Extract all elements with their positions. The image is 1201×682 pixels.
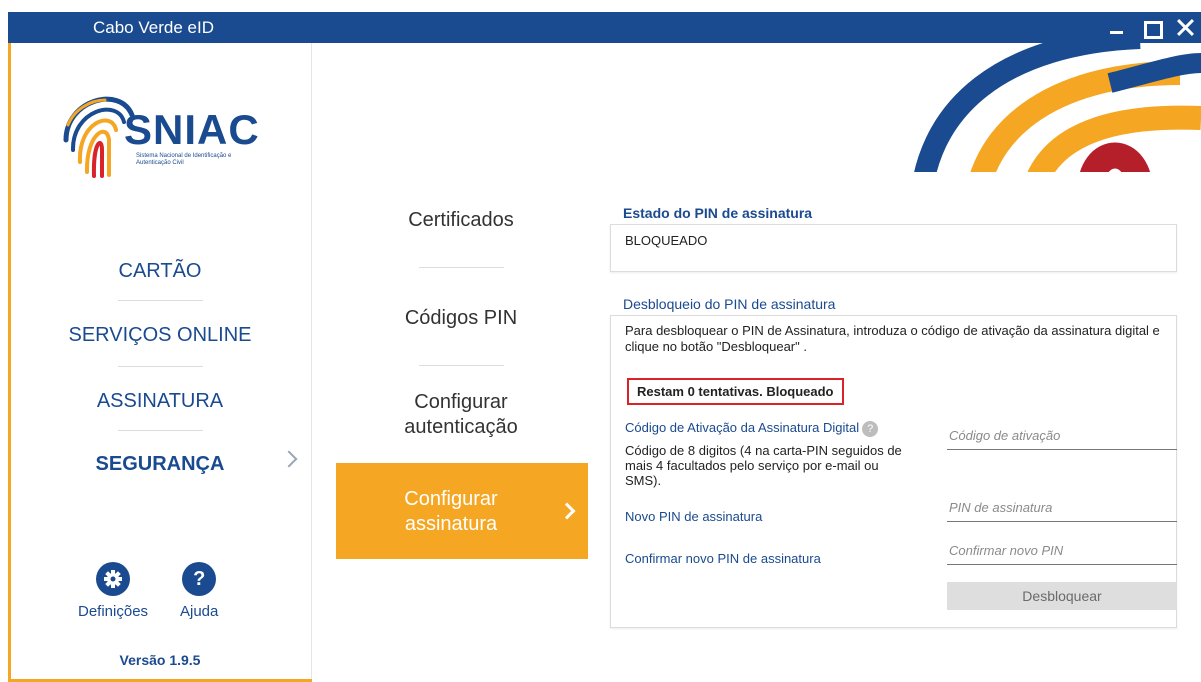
- settings-label: Definições: [78, 603, 149, 620]
- help-icon[interactable]: ?: [862, 420, 879, 437]
- activation-code-help: Código de 8 digitos (4 na carta-PIN segu…: [625, 443, 902, 488]
- submenu-divider: [419, 267, 504, 268]
- unlock-pin-box: Para desbloquear o PIN de Assinatura, in…: [610, 315, 1177, 628]
- window-title: Cabo Verde eID: [93, 18, 214, 37]
- app-window: Cabo Verde eID SNIAC Sistema Nacional de…: [0, 0, 1201, 682]
- nav-item-seguranca[interactable]: SEGURANÇA: [8, 453, 312, 476]
- unlock-button[interactable]: Desbloquear: [947, 582, 1177, 610]
- nav-divider: [118, 366, 203, 367]
- close-icon[interactable]: [1175, 14, 1195, 40]
- chevron-right-icon: [558, 502, 576, 520]
- title-bar: Cabo Verde eID: [8, 12, 1201, 43]
- pin-status-title: Estado do PIN de assinatura: [623, 205, 813, 221]
- submenu-divider: [419, 365, 504, 366]
- confirm-pin-label: Confirmar novo PIN de assinatura: [625, 551, 821, 566]
- settings-button[interactable]: Definições: [78, 562, 148, 620]
- submenu-item-certificados[interactable]: Certificados: [336, 208, 586, 233]
- activation-code-label-text: Código de Ativação da Assinatura Digital: [625, 420, 860, 435]
- new-pin-label: Novo PIN de assinatura: [625, 509, 763, 524]
- pin-status-box: BLOQUEADO: [610, 224, 1177, 272]
- submenu-item-configurar-assinatura[interactable]: Configurar assinatura: [336, 463, 588, 559]
- help-label: Ajuda: [180, 603, 219, 620]
- window-controls: [1107, 14, 1195, 40]
- nav-divider: [118, 300, 203, 301]
- submenu-item-configurar-autenticacao[interactable]: Configurar autenticação: [376, 390, 546, 440]
- pin-status-value: BLOQUEADO: [625, 233, 708, 248]
- question-icon: ?: [182, 562, 217, 596]
- logo-name: SNIAC: [124, 106, 260, 153]
- activation-code-input[interactable]: [947, 422, 1177, 450]
- submenu-item-codigos-pin[interactable]: Códigos PIN: [336, 306, 586, 331]
- attempts-warning: Restam 0 tentativas. Bloqueado: [627, 378, 844, 405]
- activation-code-label: Código de Ativação da Assinatura Digital…: [625, 420, 879, 437]
- version-label: Versão 1.9.5: [119, 652, 201, 668]
- confirm-pin-input[interactable]: [947, 537, 1177, 565]
- nav-item-servicos-online[interactable]: SERVIÇOS ONLINE: [8, 324, 312, 347]
- new-pin-input[interactable]: [947, 494, 1177, 522]
- unlock-description: Para desbloquear o PIN de Assinatura, in…: [625, 323, 1160, 354]
- gear-icon: [96, 562, 131, 596]
- nav-item-cartao[interactable]: CARTÃO: [8, 260, 312, 283]
- submenu-active-label: Configurar assinatura: [404, 488, 498, 535]
- sidebar-accent-border: [8, 43, 11, 679]
- nav-item-assinatura[interactable]: ASSINATURA: [8, 390, 312, 413]
- minimize-icon[interactable]: [1107, 14, 1127, 40]
- help-button[interactable]: ? Ajuda: [180, 562, 218, 620]
- signature-pin-panel: Estado do PIN de assinatura BLOQUEADO De…: [588, 172, 1201, 642]
- sniac-logo: SNIAC Sistema Nacional de Identificação …: [60, 80, 265, 180]
- logo-subtitle: Sistema Nacional de Identificação e Aute…: [136, 153, 232, 166]
- maximize-icon[interactable]: [1141, 14, 1163, 40]
- nav-divider: [118, 430, 203, 431]
- unlock-section-title: Desbloqueio do PIN de assinatura: [623, 296, 836, 312]
